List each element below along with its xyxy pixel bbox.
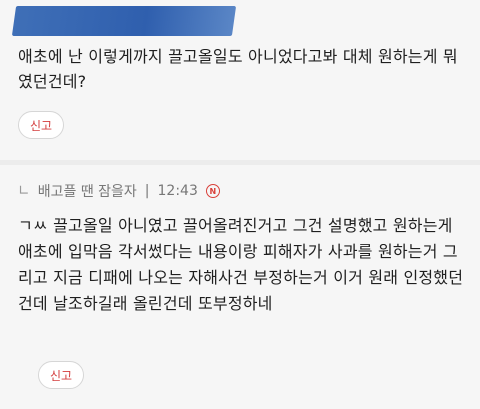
reply-separator: | (144, 183, 150, 199)
new-badge: N (205, 184, 220, 198)
reply-text: ㄱㅆ 끌고올일 아니였고 끌어올려진거고 그건 설명했고 원하는게 애초에 입막… (18, 216, 464, 313)
comment-card: 애초에 난 이렇게까지 끌고올일도 아니었다고봐 대체 원하는게 뭐였던건데? … (0, 0, 480, 160)
report-button[interactable]: 신고 (18, 111, 64, 139)
reply-report-button[interactable]: 신고 (38, 361, 84, 389)
reply-time: 12:43 (157, 183, 198, 199)
redacted-username (11, 6, 237, 36)
reply-arrow-icon: ∟ (18, 183, 30, 199)
reply-card: ∟ 배고플 땐 잠을자 | 12:43 N ㄱㅆ 끌고올일 아니였고 끌어올려진… (0, 165, 480, 409)
reply-header: ∟ 배고플 땐 잠을자 | 12:43 N (18, 181, 220, 201)
reply-author[interactable]: 배고플 땐 잠을자 (38, 181, 137, 201)
comment-text: 애초에 난 이렇게까지 끌고올일도 아니었다고봐 대체 원하는게 뭐였던건데? (18, 47, 458, 91)
